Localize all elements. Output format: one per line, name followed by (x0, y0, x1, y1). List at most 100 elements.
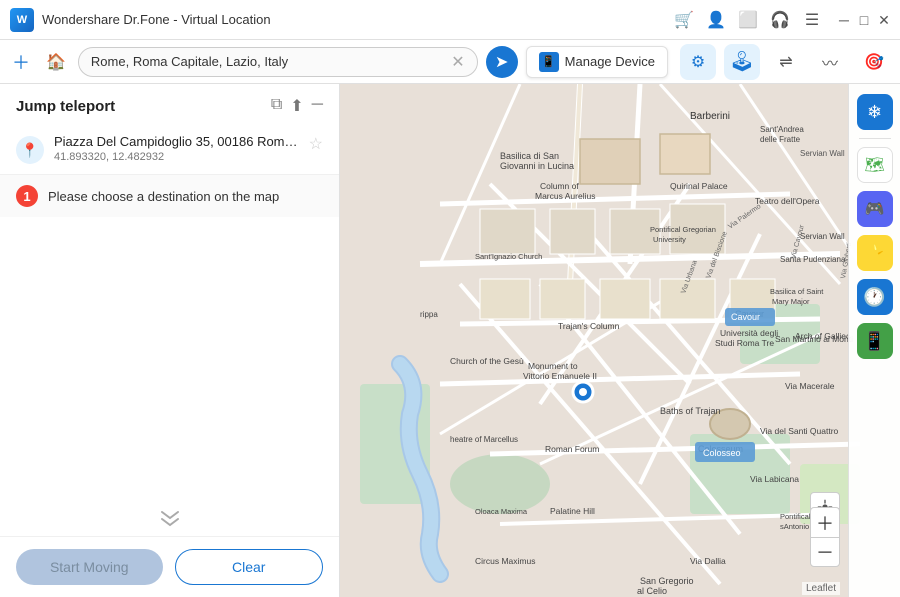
logo-text: W (17, 14, 27, 26)
svg-text:San Gregorio: San Gregorio (640, 576, 694, 586)
cart-icon[interactable]: 🛒 (674, 10, 694, 30)
titlebar: W Wondershare Dr.Fone - Virtual Location… (0, 0, 900, 40)
svg-text:sAntonio: sAntonio (780, 522, 809, 531)
svg-text:Studi Roma Tre: Studi Roma Tre (715, 338, 774, 348)
clear-search-button[interactable]: ✕ (451, 52, 464, 72)
svg-text:Via Dallia: Via Dallia (690, 556, 726, 566)
location-text: Piazza Del Campidoglio 35, 00186 Roma ..… (54, 134, 299, 163)
target-toolbar-btn[interactable]: 🎯 (856, 44, 892, 80)
close-button[interactable]: ✕ (878, 14, 890, 26)
panel-spacer (0, 217, 339, 502)
favorite-icon[interactable]: ☆ (309, 134, 323, 154)
manage-device-icon: 📱 (539, 52, 559, 72)
zoom-in-button[interactable]: ＋ (810, 507, 840, 537)
window-controls: ─ □ ✕ (838, 14, 890, 26)
svg-text:Oloaca Maxima: Oloaca Maxima (475, 507, 528, 516)
copy-icon[interactable]: ⧉ (271, 96, 282, 116)
svg-text:Università degli: Università degli (720, 328, 778, 338)
search-input[interactable] (91, 54, 447, 69)
joystick-toolbar-btn[interactable]: 🕹 (724, 44, 760, 80)
star-app-icon[interactable]: ⭐ (857, 235, 893, 271)
go-button[interactable]: ➤ (486, 46, 518, 78)
location-icon-wrap: 📍 (16, 136, 44, 164)
svg-text:Monument to: Monument to (528, 361, 578, 371)
location-name: Piazza Del Campidoglio 35, 00186 Roma ..… (54, 134, 299, 149)
svg-text:Quirinal Palace: Quirinal Palace (670, 181, 728, 191)
minimize-button[interactable]: ─ (838, 14, 850, 26)
search-input-wrap: ✕ (78, 47, 478, 77)
svg-text:Vittorio Emanuele II: Vittorio Emanuele II (523, 371, 597, 381)
discord-app-icon[interactable]: 🎮 (857, 191, 893, 227)
svg-text:Basilica of Saint: Basilica of Saint (770, 287, 824, 296)
svg-text:Marcus Aurelius: Marcus Aurelius (535, 191, 595, 201)
location-pin-icon: 📍 (21, 142, 38, 159)
map-area[interactable]: Basilica di San Giovanni in Lucina Barbe… (340, 84, 900, 597)
svg-text:Circus Maximus: Circus Maximus (475, 556, 535, 566)
svg-text:Church of the Gesù: Church of the Gesù (450, 356, 524, 366)
svg-text:Arch of Galliec: Arch of Galliec (795, 331, 851, 341)
svg-text:Roman Forum: Roman Forum (545, 444, 599, 454)
clear-button[interactable]: Clear (175, 549, 324, 585)
error-number-icon: 1 (16, 185, 38, 207)
svg-text:Basilica di San: Basilica di San (500, 151, 559, 161)
sidebar-divider-1 (859, 138, 891, 139)
settings-toolbar-btn[interactable]: ⚙ (680, 44, 716, 80)
panel-title: Jump teleport (16, 98, 115, 115)
user-icon[interactable]: 👤 (706, 10, 726, 30)
maps-app-icon[interactable]: 🗺 (857, 147, 893, 183)
find-app-icon[interactable]: 📱 (857, 323, 893, 359)
svg-text:Via Labicana: Via Labicana (750, 474, 799, 484)
svg-text:Sant'Ignazio Church: Sant'Ignazio Church (475, 252, 542, 261)
svg-text:Baths of Trajan: Baths of Trajan (660, 406, 721, 416)
start-moving-button[interactable]: Start Moving (16, 549, 163, 585)
snowflake-app-icon[interactable]: ❄ (857, 94, 893, 130)
chevron-down-icon[interactable] (0, 502, 339, 536)
main-area: Jump teleport ⧉ ⬆ ─ 📍 Piazza Del Campido… (0, 84, 900, 597)
svg-text:Via Macerale: Via Macerale (785, 381, 835, 391)
app-logo: W (10, 8, 34, 32)
panel-footer: Start Moving Clear (0, 536, 339, 597)
svg-text:delle Fratte: delle Fratte (760, 135, 801, 144)
svg-text:Column of: Column of (540, 181, 579, 191)
searchbar: ＋ 🏠 ✕ ➤ 📱 Manage Device ⚙ 🕹 ⇌ 〰 🎯 (0, 40, 900, 84)
svg-text:rippa: rippa (420, 310, 438, 319)
left-panel: Jump teleport ⧉ ⬆ ─ 📍 Piazza Del Campido… (0, 84, 340, 597)
svg-text:Teatro dell'Opera: Teatro dell'Opera (755, 196, 820, 206)
svg-text:Sant'Andrea: Sant'Andrea (760, 125, 804, 134)
minimize-panel-icon[interactable]: ─ (312, 96, 323, 116)
manage-device-button[interactable]: 📱 Manage Device (526, 46, 668, 78)
svg-text:Via del Santi Quattro: Via del Santi Quattro (760, 426, 839, 436)
svg-text:Mary Major: Mary Major (772, 297, 810, 306)
add-icon[interactable]: ＋ (8, 49, 34, 75)
svg-text:Cavour: Cavour (731, 312, 760, 322)
manage-device-label: Manage Device (565, 54, 655, 69)
svg-text:al Celio: al Celio (637, 586, 667, 596)
route-toolbar-btn[interactable]: ⇌ (768, 44, 804, 80)
path-toolbar-btn[interactable]: 〰 (812, 44, 848, 80)
app-title: Wondershare Dr.Fone - Virtual Location (42, 12, 674, 27)
map-attribution: Leaflet (802, 582, 840, 595)
zoom-out-button[interactable]: － (810, 537, 840, 567)
building-icon: 🏠 (42, 52, 70, 72)
svg-text:heatre of Marcellus: heatre of Marcellus (450, 435, 518, 444)
window-icon[interactable]: ⬜ (738, 10, 758, 30)
svg-text:Barberini: Barberini (690, 111, 730, 122)
error-item: 1 Please choose a destination on the map (0, 175, 339, 217)
maximize-button[interactable]: □ (858, 14, 870, 26)
svg-text:Servian Wall: Servian Wall (800, 149, 845, 158)
menu-icon[interactable]: ☰ (802, 10, 822, 30)
panel-header: Jump teleport ⧉ ⬆ ─ (0, 84, 339, 124)
map-zoom-controls: ＋ － (810, 507, 840, 567)
location-item: 📍 Piazza Del Campidoglio 35, 00186 Roma … (0, 124, 339, 175)
export-icon[interactable]: ⬆ (290, 96, 303, 116)
panel-header-icons: ⧉ ⬆ ─ (271, 96, 323, 116)
titlebar-icons: 🛒 👤 ⬜ 🎧 ☰ (674, 10, 822, 30)
clock-app-icon[interactable]: 🕐 (857, 279, 893, 315)
svg-text:Servian Wall: Servian Wall (800, 232, 845, 241)
svg-text:Pontifical Gregorian: Pontifical Gregorian (650, 225, 716, 234)
error-text: Please choose a destination on the map (48, 189, 279, 204)
headset-icon[interactable]: 🎧 (770, 10, 790, 30)
svg-text:Giovanni in Lucina: Giovanni in Lucina (500, 161, 574, 171)
svg-text:Trajan's Column: Trajan's Column (558, 321, 620, 331)
svg-text:Palatine Hill: Palatine Hill (550, 506, 595, 516)
